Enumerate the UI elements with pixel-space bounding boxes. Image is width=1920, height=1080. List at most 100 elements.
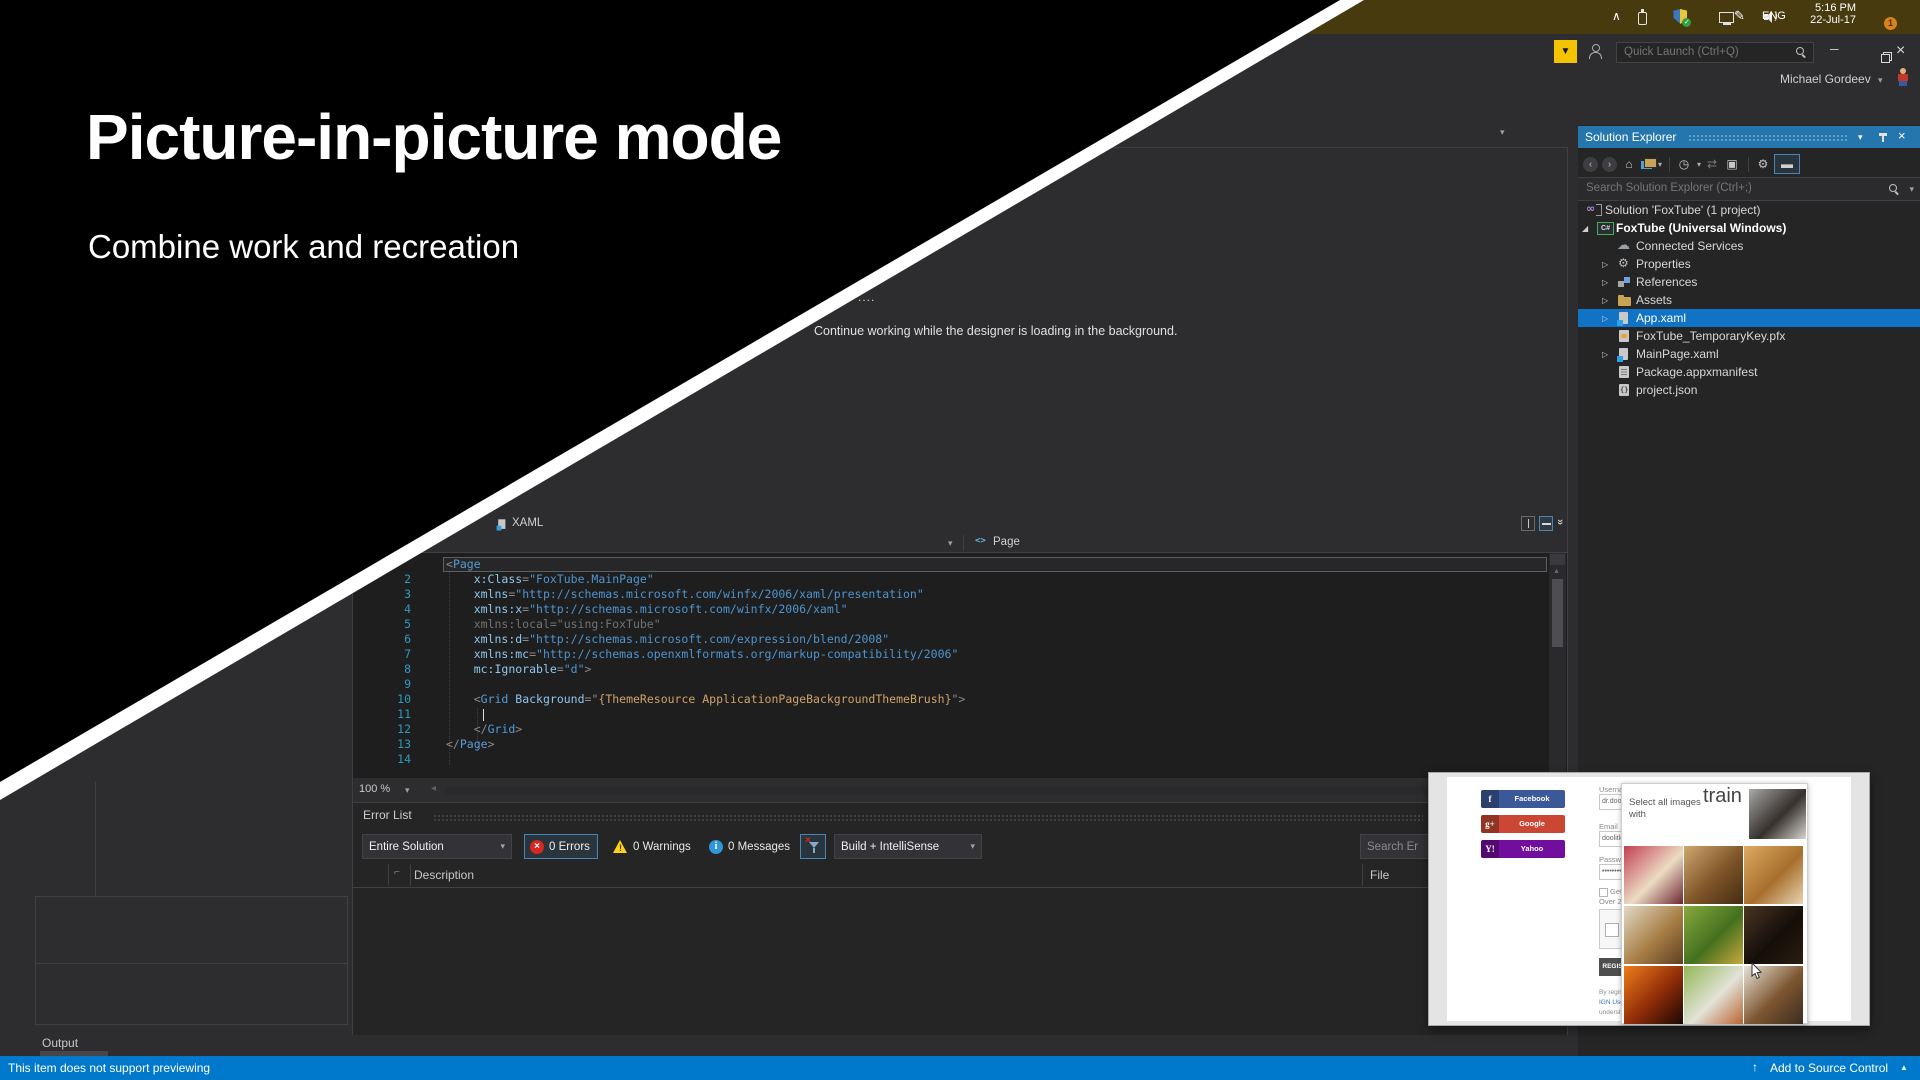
captcha-tile-strawberry-cake[interactable] — [1624, 846, 1683, 904]
tree-item-mainpage-xaml[interactable]: ▷MainPage.xaml — [1578, 345, 1920, 363]
optin-checkbox[interactable] — [1599, 888, 1608, 897]
captcha-tile-coffee-beans[interactable] — [1744, 906, 1803, 964]
splitter-grip[interactable] — [1550, 554, 1565, 565]
usb-device-icon[interactable] — [1637, 9, 1647, 24]
captcha-tile-salad-plate[interactable] — [1684, 966, 1743, 1024]
tree-item-properties[interactable]: ▷Properties — [1578, 255, 1920, 273]
code-line[interactable] — [446, 707, 1547, 722]
windows-defender-icon[interactable]: ✓ — [1673, 9, 1689, 25]
hscroll-left-icon[interactable]: ◂ — [431, 783, 436, 794]
code-line[interactable]: <Grid Background="{ThemeResource Applica… — [446, 692, 1547, 707]
vertical-scrollbar[interactable]: ▲ — [1549, 553, 1566, 778]
language-indicator[interactable]: ENG — [1762, 10, 1786, 22]
severity-column-icon[interactable]: ⌐ — [394, 867, 400, 878]
notifications-flag-button[interactable]: ▼ — [1554, 40, 1577, 63]
close-panel-icon[interactable]: × — [1898, 128, 1906, 143]
search-options-caret-icon[interactable]: ▾ — [1909, 185, 1914, 194]
quick-launch-input[interactable] — [1622, 45, 1776, 59]
expand-arrow-icon[interactable]: ◢ — [1582, 224, 1597, 233]
signed-in-user[interactable]: Michael Gordeev — [1780, 72, 1871, 86]
solution-explorer-titlebar[interactable]: Solution Explorer ▾ × — [1578, 126, 1920, 148]
restore-button[interactable] — [1881, 52, 1890, 61]
code-line[interactable]: xmlns:local="using:FoxTube" — [446, 617, 1547, 632]
tree-item-connected-services[interactable]: Connected Services — [1578, 237, 1920, 255]
error-scope-dropdown[interactable]: Entire Solution▾ — [362, 834, 512, 859]
source-control-caret-icon[interactable]: ▲ — [1900, 1063, 1908, 1072]
tree-item-project-json[interactable]: project.json — [1578, 381, 1920, 399]
pin-icon[interactable] — [1878, 132, 1888, 144]
captcha-tile-pancakes[interactable] — [1744, 846, 1803, 904]
code-line[interactable]: mc:Ignorable="d"> — [446, 662, 1547, 677]
forward-icon[interactable]: › — [1602, 157, 1617, 172]
code-line[interactable]: xmlns="http://schemas.microsoft.com/winf… — [446, 587, 1547, 602]
code-line[interactable] — [446, 677, 1547, 692]
minimize-button[interactable]: ─ — [1830, 42, 1839, 56]
switch-views-icon[interactable] — [1640, 157, 1656, 172]
window-position-caret-icon[interactable]: ▾ — [1858, 132, 1863, 143]
caret-down-icon[interactable]: ▾ — [1656, 155, 1664, 173]
add-to-source-control-button[interactable]: Add to Source Control — [1770, 1061, 1888, 1075]
code-line[interactable] — [446, 752, 1547, 767]
collapse-pane-icon[interactable]: » — [1554, 519, 1566, 525]
errors-toggle-button[interactable]: 0 Errors — [524, 834, 598, 859]
scrollbar-thumb[interactable] — [1552, 579, 1563, 647]
tree-item-foxtube-temporarykey-pfx[interactable]: FoxTube_TemporaryKey.pfx — [1578, 327, 1920, 345]
captcha-tile-glowing-bowl[interactable] — [1624, 966, 1683, 1024]
code-line[interactable]: x:Class="FoxTube.MainPage" — [446, 572, 1547, 587]
show-all-files-icon[interactable]: ▬ — [1774, 154, 1800, 174]
user-caret-icon[interactable]: ▾ — [1878, 76, 1883, 85]
tree-item-solution-foxtube-1-project-[interactable]: Solution 'FoxTube' (1 project) — [1578, 201, 1920, 219]
split-vertical-icon[interactable] — [1521, 516, 1535, 531]
code-line[interactable]: xmlns:mc="http://schemas.openxmlformats.… — [446, 647, 1547, 662]
code-editor[interactable]: 234567891011121314 <Page x:Class="FoxTub… — [353, 553, 1567, 778]
build-filter-dropdown[interactable]: Build + IntelliSense▾ — [834, 834, 982, 859]
feedback-person-icon[interactable] — [1588, 44, 1603, 58]
description-column-header[interactable]: Description — [414, 868, 474, 882]
solution-search-box[interactable]: ▾ — [1578, 177, 1920, 201]
breadcrumb-element[interactable]: Page — [993, 536, 1020, 548]
scroll-up-icon[interactable]: ▲ — [1553, 568, 1560, 575]
caret-down-icon[interactable]: ▾ — [1695, 155, 1703, 173]
google-login-button[interactable]: g+Google — [1481, 815, 1565, 833]
expand-arrow-icon[interactable]: ▷ — [1602, 278, 1617, 287]
properties-icon[interactable]: ⚙ — [1754, 155, 1772, 173]
pen-input-icon[interactable]: ✎ — [1734, 8, 1745, 24]
expand-arrow-icon[interactable]: ▷ — [1602, 296, 1617, 305]
tree-item-references[interactable]: ▷References — [1578, 273, 1920, 291]
output-tab[interactable]: Output — [42, 1036, 78, 1050]
code-line[interactable]: </Page> — [446, 737, 1547, 752]
recaptcha-checkbox[interactable] — [1605, 923, 1619, 937]
code-line[interactable]: <Page — [443, 557, 1547, 572]
expand-arrow-icon[interactable]: ▷ — [1602, 260, 1617, 269]
sync-icon[interactable]: ⇄ — [1703, 155, 1721, 173]
captcha-tile-salad-closeup[interactable] — [1684, 906, 1743, 964]
element-dropdown-caret-icon[interactable]: ▾ — [948, 539, 953, 548]
yahoo-login-button[interactable]: Y!Yahoo — [1481, 840, 1565, 858]
home-icon[interactable]: ⌂ — [1620, 155, 1638, 173]
collapse-all-icon[interactable]: ▣ — [1723, 155, 1741, 173]
tree-item-package-appxmanifest[interactable]: Package.appxmanifest — [1578, 363, 1920, 381]
tree-item-foxtube-universal-windows-[interactable]: ◢FoxTube (Universal Windows) — [1578, 219, 1920, 237]
messages-toggle-button[interactable]: 0 Messages — [704, 834, 808, 859]
quick-launch-box[interactable] — [1616, 42, 1814, 63]
warnings-toggle-button[interactable]: 0 Warnings — [608, 834, 708, 859]
captcha-tile-breakfast-plate[interactable] — [1624, 906, 1683, 964]
file-column-header[interactable]: File — [1370, 868, 1389, 882]
clock[interactable]: 5:16 PM 22-Jul-17 — [1798, 2, 1856, 26]
split-horizontal-icon[interactable] — [1539, 516, 1553, 531]
close-button[interactable]: × — [1896, 42, 1905, 60]
zoom-caret-icon[interactable]: ▾ — [405, 786, 410, 795]
expand-arrow-icon[interactable]: ▷ — [1602, 350, 1617, 359]
avatar[interactable] — [1896, 68, 1909, 86]
facebook-login-button[interactable]: fFacebook — [1481, 790, 1565, 808]
horizontal-scrollbar[interactable] — [445, 786, 1545, 794]
code-line[interactable]: xmlns:d="http://schemas.microsoft.com/ex… — [446, 632, 1547, 647]
zoom-level[interactable]: 100 % — [359, 783, 390, 795]
expand-arrow-icon[interactable]: ▷ — [1602, 314, 1617, 323]
display-network-icon[interactable] — [1719, 12, 1735, 25]
hidden-icons-chevron-icon[interactable]: ∧ — [1612, 9, 1621, 23]
solution-search-input[interactable] — [1584, 181, 1838, 195]
tree-item-app-xaml[interactable]: ▷App.xaml — [1578, 309, 1920, 327]
back-icon[interactable]: ‹ — [1583, 157, 1598, 172]
filter-button[interactable] — [800, 834, 826, 859]
